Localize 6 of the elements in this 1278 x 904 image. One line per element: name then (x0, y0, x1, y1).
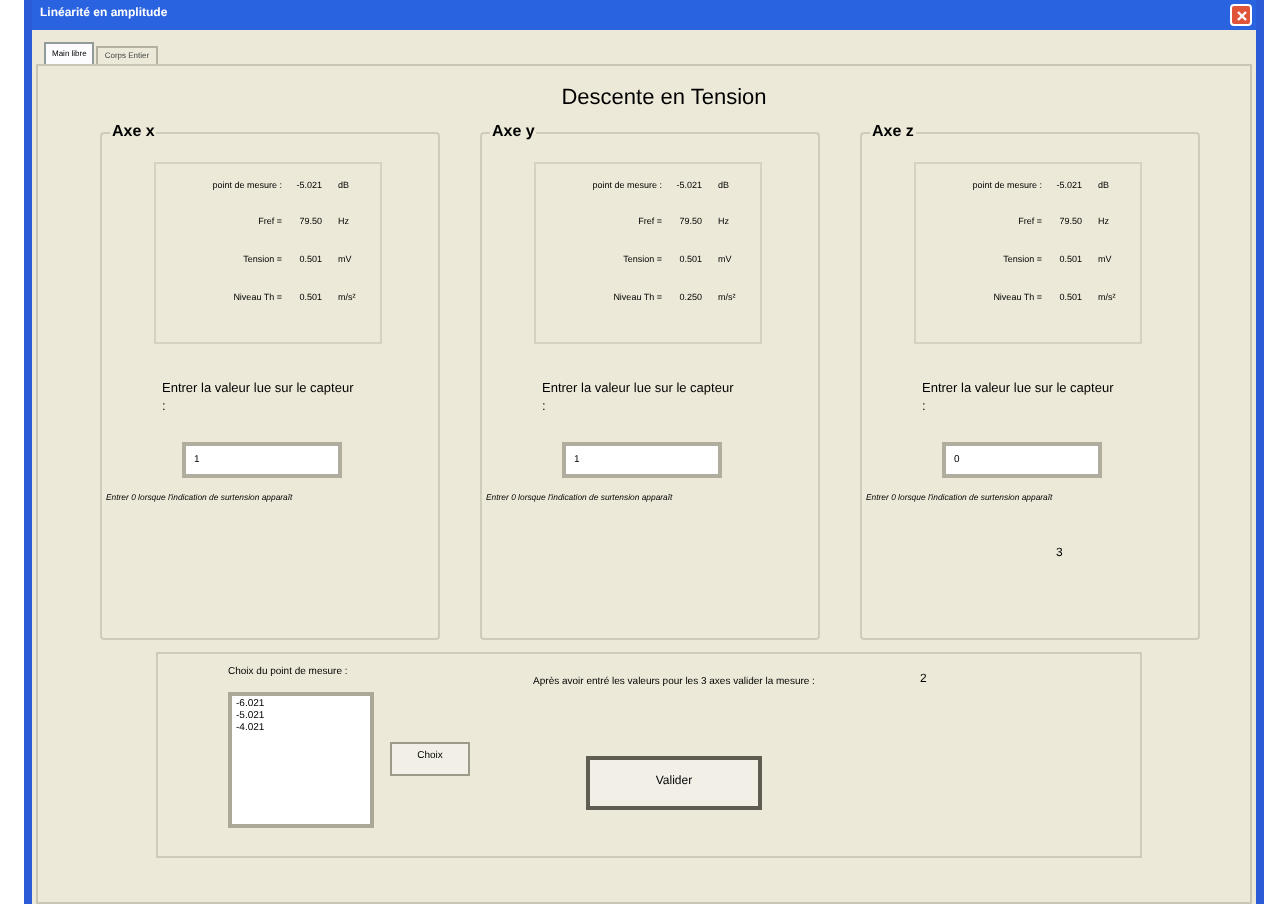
close-button[interactable] (1230, 4, 1252, 26)
page-heading: Descente en Tension (559, 84, 769, 114)
group-title: Axe z (870, 121, 916, 141)
group-title: Axe y (490, 121, 537, 141)
group-title: Axe x (110, 121, 157, 141)
close-icon (1235, 9, 1247, 21)
